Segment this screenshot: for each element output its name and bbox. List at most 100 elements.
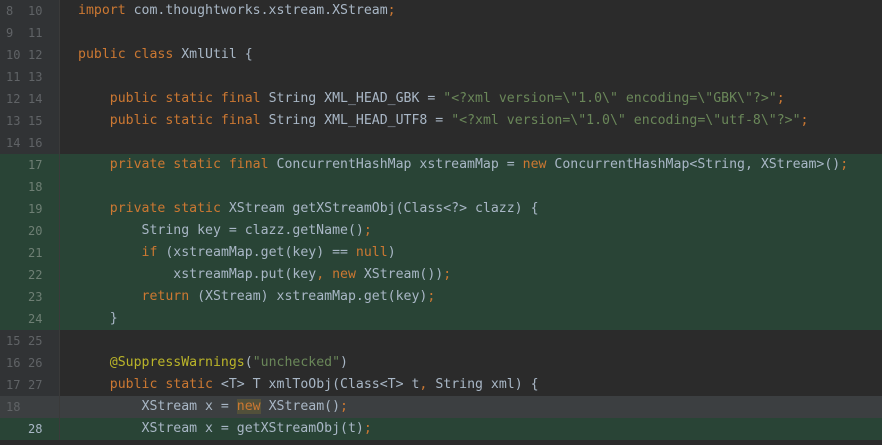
new-line-number: 23 — [28, 290, 43, 304]
line-number-gutter[interactable]: 13 15 — [0, 110, 60, 132]
code-line-unchanged[interactable]: 15 25 — [0, 330, 882, 352]
code-line-unchanged[interactable]: 9 11 — [0, 22, 882, 44]
code-text[interactable]: import com.thoughtworks.xstream.XStream; — [60, 0, 396, 22]
code-token: ; — [800, 113, 809, 128]
code-text[interactable]: XStream x = new XStream(); — [60, 396, 348, 418]
code-token: public class — [78, 47, 174, 62]
code-line-unchanged[interactable]: 14 16 — [0, 132, 882, 154]
code-token: if — [141, 245, 158, 260]
line-number-gutter[interactable]: 22 — [0, 264, 60, 286]
old-line-number: 16 — [6, 356, 21, 370]
line-number-gutter[interactable]: 8 10 — [0, 0, 60, 22]
line-number-gutter[interactable]: 11 13 — [0, 66, 60, 88]
code-token: ; — [776, 91, 785, 106]
code-line-added[interactable]: 17 private static final ConcurrentHashMa… — [0, 154, 882, 176]
code-editor[interactable]: 8 10 import com.thoughtworks.xstream.XStre… — [0, 0, 882, 445]
code-line-added[interactable]: 22 xstreamMap.put(key, new XStream()); — [0, 264, 882, 286]
line-number-gutter[interactable]: 12 14 — [0, 88, 60, 110]
code-text[interactable] — [60, 66, 78, 88]
line-number-gutter[interactable]: 10 12 — [0, 44, 60, 66]
line-number-gutter[interactable]: 24 — [0, 308, 60, 330]
code-line-current[interactable]: 28 XStream x = getXStreamObj(t); — [0, 418, 882, 440]
code-line-added[interactable]: 19 private static XStream getXStreamObj(… — [0, 198, 882, 220]
new-line-number: 26 — [28, 356, 43, 370]
code-text[interactable]: public static final String XML_HEAD_GBK … — [60, 88, 785, 110]
code-line-unchanged[interactable]: 16 26 @SuppressWarnings("unchecked") — [0, 352, 882, 374]
code-token: String xml) { — [435, 377, 539, 392]
code-line-added[interactable]: 24 } — [0, 308, 882, 330]
code-token: public static final — [109, 113, 261, 128]
code-token: XStream() — [260, 399, 341, 414]
code-text[interactable] — [60, 176, 78, 198]
code-token: "unchecked" — [252, 355, 341, 370]
new-line-number: 14 — [28, 92, 43, 106]
code-line-unchanged[interactable]: 11 13 — [0, 66, 882, 88]
code-text[interactable]: String key = clazz.getName(); — [60, 220, 372, 242]
line-number-gutter[interactable]: 17 27 — [0, 374, 60, 396]
code-line-unchanged[interactable]: 13 15 public static final String XML_HEAD… — [0, 110, 882, 132]
code-text[interactable]: public static final String XML_HEAD_UTF8… — [60, 110, 809, 132]
code-line-unchanged[interactable]: 10 12 public class XmlUtil { — [0, 44, 882, 66]
line-number-gutter[interactable]: 17 — [0, 154, 60, 176]
code-line-added[interactable]: 21 if (xstreamMap.get(key) == null) — [0, 242, 882, 264]
new-line-number: 11 — [28, 26, 43, 40]
code-token: ; — [363, 223, 372, 238]
code-token: (xstreamMap.get(key) == — [157, 245, 356, 260]
code-text[interactable]: } — [60, 308, 118, 330]
code-token: ; — [387, 3, 396, 18]
code-text[interactable]: @SuppressWarnings("unchecked") — [60, 352, 348, 374]
line-number-gutter[interactable]: 20 — [0, 220, 60, 242]
code-line-unchanged[interactable]: 17 27 public static <T> T xmlToObj(Class<… — [0, 374, 882, 396]
code-text[interactable]: if (xstreamMap.get(key) == null) — [60, 242, 396, 264]
line-number-gutter[interactable]: 21 — [0, 242, 60, 264]
code-line-unchanged[interactable]: 12 14 public static final String XML_HEAD… — [0, 88, 882, 110]
code-line-unchanged[interactable]: 8 10 import com.thoughtworks.xstream.XStre… — [0, 0, 882, 22]
line-number-gutter[interactable]: 23 — [0, 286, 60, 308]
code-token: private static final — [109, 157, 269, 172]
code-text[interactable]: private static final ConcurrentHashMap x… — [60, 154, 848, 176]
old-line-number: 10 — [6, 48, 21, 62]
code-line-added[interactable]: 18 — [0, 176, 882, 198]
code-token: , — [316, 267, 333, 282]
code-text[interactable]: return (XStream) xstreamMap.get(key); — [60, 286, 436, 308]
code-token: XStream getXStreamObj(Class<?> clazz) { — [220, 201, 539, 216]
new-line-number: 20 — [28, 224, 43, 238]
code-token: import — [78, 3, 126, 18]
code-text[interactable] — [60, 132, 78, 154]
new-line-number: 13 — [28, 70, 43, 84]
code-token: ; — [443, 267, 452, 282]
code-token: public static final — [109, 91, 261, 106]
code-token: , — [419, 377, 436, 392]
code-token: XmlUtil { — [173, 47, 253, 62]
line-number-gutter[interactable]: 19 — [0, 198, 60, 220]
code-token: (XStream) xstreamMap.get(key) — [189, 289, 428, 304]
new-line-number: 25 — [28, 334, 43, 348]
line-number-gutter[interactable]: 28 — [0, 418, 60, 440]
code-token: xstreamMap.put(key — [78, 267, 317, 282]
code-token: "<?xml version=\"1.0\" encoding=\"GBK\"?… — [443, 91, 777, 106]
code-token: ) — [340, 355, 348, 370]
code-text[interactable]: public static <T> T xmlToObj(Class<T> t,… — [60, 374, 539, 396]
code-line-removed[interactable]: 18 XStream x = new XStream(); — [0, 396, 882, 418]
code-line-added[interactable]: 20 String key = clazz.getName(); — [0, 220, 882, 242]
code-text[interactable]: xstreamMap.put(key, new XStream()); — [60, 264, 451, 286]
code-text[interactable] — [60, 22, 78, 44]
line-number-gutter[interactable]: 18 — [0, 396, 60, 418]
code-text[interactable]: XStream x = getXStreamObj(t); — [60, 418, 372, 440]
code-token: <T> T xmlToObj(Class<T> t — [212, 377, 420, 392]
line-number-gutter[interactable]: 16 26 — [0, 352, 60, 374]
code-token: ; — [427, 289, 436, 304]
code-text[interactable] — [60, 330, 78, 352]
code-text[interactable]: private static XStream getXStreamObj(Cla… — [60, 198, 539, 220]
code-token: "<?xml version=\"1.0\" encoding=\"utf-8\… — [451, 113, 801, 128]
code-line-added[interactable]: 23 return (XStream) xstreamMap.get(key); — [0, 286, 882, 308]
line-number-gutter[interactable]: 18 — [0, 176, 60, 198]
line-number-gutter[interactable]: 15 25 — [0, 330, 60, 352]
line-number-gutter[interactable]: 9 11 — [0, 22, 60, 44]
code-token: new — [522, 157, 547, 172]
line-number-gutter[interactable]: 14 16 — [0, 132, 60, 154]
code-text[interactable]: public class XmlUtil { — [60, 44, 253, 66]
